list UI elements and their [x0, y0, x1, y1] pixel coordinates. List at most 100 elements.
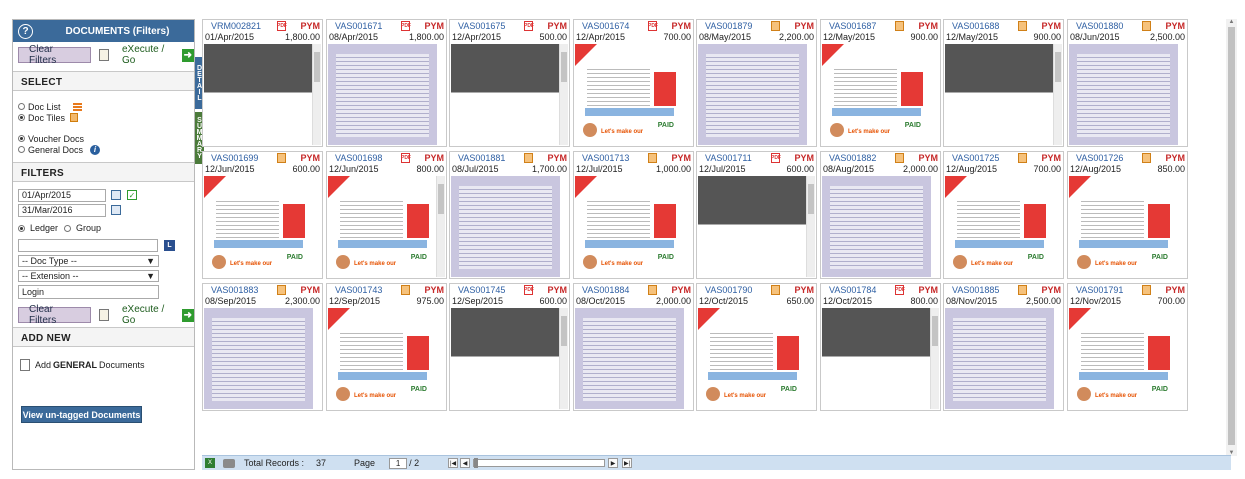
scroll-up-icon[interactable]: ▲ [1228, 19, 1235, 25]
document-number-link[interactable]: VAS001885 [952, 285, 1018, 295]
document-thumbnail[interactable] [698, 176, 807, 277]
radio-doc-tiles[interactable]: Doc Tiles [13, 112, 194, 123]
document-tile[interactable]: VAS001687 PYM 12/May/2015 900.00 Let's make … [820, 19, 941, 147]
document-number-link[interactable]: VAS001674 [582, 21, 648, 31]
document-tile[interactable]: VAS001790 PYM 12/Oct/2015 650.00 Let's make … [696, 283, 817, 411]
document-number-link[interactable]: VAS001882 [829, 153, 895, 163]
document-number-link[interactable]: VAS001711 [705, 153, 771, 163]
go-arrow-icon[interactable]: ➜ [181, 48, 194, 62]
add-general-documents-link[interactable]: Add GENERAL Documents [13, 356, 194, 374]
document-thumbnail[interactable] [451, 44, 560, 145]
document-tile[interactable]: VAS001675 PDF PYM 12/Apr/2015 500.00 [449, 19, 570, 147]
execute-label[interactable]: eXecute / Go [122, 304, 178, 326]
radio-group[interactable] [64, 224, 72, 232]
document-tile[interactable]: VAS001884 PYM 08/Oct/2015 2,000.00 [573, 283, 694, 411]
image-file-icon[interactable] [771, 285, 781, 295]
image-file-icon[interactable] [1018, 153, 1028, 163]
document-thumbnail[interactable] [204, 308, 313, 409]
thumbnail-scrollbar[interactable] [436, 176, 445, 277]
document-tile[interactable]: VAS001881 PYM 08/Jul/2015 1,700.00 [449, 151, 570, 279]
help-icon[interactable]: ? [18, 23, 33, 39]
document-thumbnail[interactable]: Let's make our PAID [575, 176, 684, 277]
document-number-link[interactable]: VAS001784 [829, 285, 895, 295]
document-number-link[interactable]: VAS001879 [705, 21, 771, 31]
document-thumbnail[interactable]: Let's make our PAID [945, 176, 1054, 277]
pdf-file-icon[interactable]: PDF [401, 153, 411, 163]
pdf-file-icon[interactable]: PDF [895, 285, 905, 295]
document-number-link[interactable]: VAS001884 [582, 285, 648, 295]
image-file-icon[interactable] [277, 285, 287, 295]
thumbnail-scrollbar[interactable] [312, 44, 321, 145]
main-scrollbar[interactable]: ▲ ▼ [1226, 19, 1237, 456]
document-thumbnail[interactable] [945, 44, 1054, 145]
document-thumbnail[interactable]: Let's make our PAID [1069, 308, 1178, 409]
thumbnail-scrollbar[interactable] [806, 176, 815, 277]
checkmark-icon[interactable]: ✓ [127, 190, 137, 200]
document-tile[interactable]: VAS001791 PYM 12/Nov/2015 700.00 Let's make … [1067, 283, 1188, 411]
image-file-icon[interactable] [524, 153, 534, 163]
document-thumbnail[interactable]: Let's make our PAID [822, 44, 931, 145]
document-number-link[interactable]: VAS001698 [335, 153, 401, 163]
document-thumbnail[interactable]: Let's make our PAID [698, 308, 807, 409]
document-number-link[interactable]: VAS001791 [1076, 285, 1142, 295]
document-thumbnail[interactable]: Let's make our PAID [204, 176, 313, 277]
doc-type-select[interactable]: -- Doc Type -- ▼ [18, 255, 159, 267]
document-thumbnail[interactable]: Let's make our PAID [575, 44, 684, 145]
document-tile[interactable]: VAS001725 PYM 12/Aug/2015 700.00 Let's make … [943, 151, 1064, 279]
calendar-icon[interactable] [111, 190, 121, 200]
ledger-input[interactable] [18, 238, 158, 252]
document-number-link[interactable]: VAS001726 [1076, 153, 1142, 163]
image-file-icon[interactable] [895, 21, 905, 31]
document-tile[interactable]: VAS001699 PYM 12/Jun/2015 600.00 Let's make … [202, 151, 323, 279]
image-file-icon[interactable] [277, 153, 287, 163]
document-number-link[interactable]: VAS001745 [458, 285, 524, 295]
document-number-link[interactable]: VAS001883 [211, 285, 277, 295]
document-tile[interactable]: VAS001743 PYM 12/Sep/2015 975.00 Let's make … [326, 283, 447, 411]
slider-handle[interactable] [474, 458, 479, 468]
document-tile[interactable]: VAS001674 PDF PYM 12/Apr/2015 700.00 Let's ma… [573, 19, 694, 147]
document-thumbnail[interactable]: Let's make our PAID [328, 176, 437, 277]
radio-ledger[interactable] [18, 224, 25, 232]
radio-icon[interactable] [18, 146, 25, 153]
image-file-icon[interactable] [1018, 21, 1028, 31]
print-icon[interactable] [223, 458, 235, 468]
document-number-link[interactable]: VAS001725 [952, 153, 1018, 163]
radio-general-docs[interactable]: General Docs i [13, 144, 194, 155]
document-tile[interactable]: VAS001671 PDF PYM 08/Apr/2015 1,800.00 [326, 19, 447, 147]
document-thumbnail[interactable] [698, 44, 807, 145]
document-tile[interactable]: VAS001711 PDF PYM 12/Jul/2015 600.00 [696, 151, 817, 279]
document-thumbnail[interactable] [204, 44, 313, 145]
info-icon[interactable]: i [90, 144, 101, 155]
image-file-icon[interactable] [648, 153, 658, 163]
pdf-file-icon[interactable]: PDF [524, 21, 534, 31]
pdf-file-icon[interactable]: PDF [524, 285, 534, 295]
document-tile[interactable]: VAS001713 PYM 12/Jul/2015 1,000.00 Let's mak… [573, 151, 694, 279]
go-arrow-icon[interactable]: ➜ [181, 308, 194, 322]
radio-doc-list[interactable]: Doc List [13, 101, 194, 112]
clear-filters-button[interactable]: Clear Filters [18, 44, 92, 66]
image-file-icon[interactable] [1018, 285, 1028, 295]
lookup-icon[interactable]: L [164, 239, 175, 251]
document-number-link[interactable]: VAS001880 [1076, 21, 1142, 31]
document-tile[interactable]: VRM002821 PDF PYM 01/Apr/2015 1,800.00 [202, 19, 323, 147]
document-tile[interactable]: VAS001698 PDF PYM 12/Jun/2015 800.00 Let's ma… [326, 151, 447, 279]
document-tile[interactable]: VAS001726 PYM 12/Aug/2015 850.00 Let's make … [1067, 151, 1188, 279]
execute-label[interactable]: eXecute / Go [122, 44, 178, 66]
image-file-icon[interactable] [1142, 285, 1152, 295]
document-number-link[interactable]: VAS001790 [705, 285, 771, 295]
thumbnail-scrollbar[interactable] [1053, 44, 1062, 145]
last-page-button[interactable]: ▶| [622, 458, 633, 468]
radio-icon-selected[interactable] [18, 135, 25, 142]
document-tile[interactable]: VAS001688 PYM 12/May/2015 900.00 [943, 19, 1064, 147]
document-number-link[interactable]: VAS001675 [458, 21, 524, 31]
image-file-icon[interactable] [771, 21, 781, 31]
document-tile[interactable]: VAS001745 PDF PYM 12/Sep/2015 600.00 [449, 283, 570, 411]
document-number-link[interactable]: VAS001881 [458, 153, 524, 163]
document-number-link[interactable]: VAS001687 [829, 21, 895, 31]
document-thumbnail[interactable]: Let's make our PAID [1069, 176, 1178, 277]
pdf-file-icon[interactable]: PDF [771, 153, 781, 163]
document-tile[interactable]: VAS001879 PYM 08/May/2015 2,200.00 [696, 19, 817, 147]
document-thumbnail[interactable] [822, 176, 931, 277]
document-number-link[interactable]: VAS001699 [211, 153, 277, 163]
document-thumbnail[interactable]: Let's make our PAID [328, 308, 437, 409]
